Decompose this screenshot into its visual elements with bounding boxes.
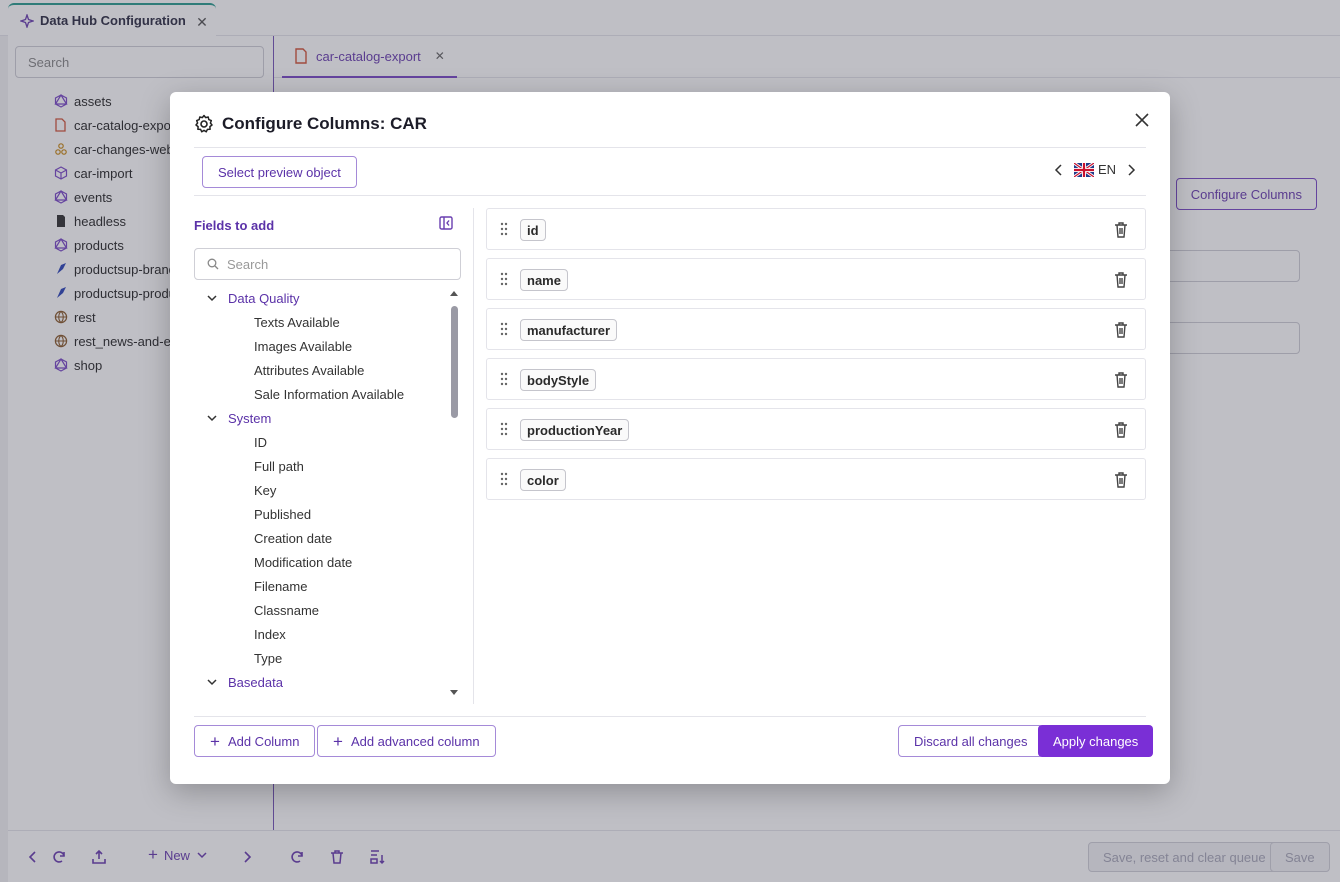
column-name: bodyStyle (520, 369, 597, 391)
chevron-down-icon[interactable] (206, 676, 218, 688)
gear-icon (195, 114, 213, 133)
trash-icon[interactable] (1113, 471, 1129, 489)
scrollbar[interactable] (448, 288, 460, 700)
column-name: name (520, 269, 568, 291)
dialog-title: Configure Columns: CAR (194, 114, 427, 134)
drag-handle-icon[interactable] (499, 222, 509, 236)
selected-columns-list: id name manufacturer bodyStyle productionYea… (486, 208, 1146, 704)
discard-all-changes-button[interactable]: Discard all changes (898, 725, 1044, 757)
column-row[interactable]: id (486, 208, 1146, 250)
select-preview-object-button[interactable]: Select preview object (202, 156, 357, 188)
dialog-title-text: Configure Columns: CAR (222, 114, 427, 133)
field-group-label: Data Quality (228, 290, 300, 306)
field-item[interactable]: Filename (254, 576, 307, 596)
column-row[interactable]: color (486, 458, 1146, 500)
scroll-down-icon[interactable] (450, 690, 458, 696)
configure-columns-dialog: Configure Columns: CAR Select preview ob… (170, 92, 1170, 784)
uk-flag-icon (1073, 162, 1094, 177)
column-row[interactable]: productionYear (486, 408, 1146, 450)
field-group[interactable]: System (206, 408, 271, 428)
field-item[interactable]: Sale Information Available (254, 384, 404, 404)
column-name: id (520, 219, 546, 241)
add-advanced-column-label: Add advanced column (350, 733, 480, 749)
add-advanced-column-button[interactable]: + Add advanced column (317, 725, 496, 757)
trash-icon[interactable] (1113, 421, 1129, 439)
field-item[interactable]: Full path (254, 456, 304, 476)
drag-handle-icon[interactable] (499, 472, 509, 486)
divider (194, 147, 1146, 148)
field-item[interactable]: Published (254, 504, 311, 524)
fields-search-input[interactable]: Search (194, 248, 461, 280)
field-item[interactable]: Attributes Available (254, 360, 364, 380)
plus-icon: + (210, 731, 220, 751)
chevron-right-icon[interactable] (1126, 163, 1136, 177)
column-row[interactable]: bodyStyle (486, 358, 1146, 400)
language-switcher: EN (1054, 162, 1136, 177)
drag-handle-icon[interactable] (499, 422, 509, 436)
chevron-left-icon[interactable] (1054, 163, 1064, 177)
plus-icon: + (333, 731, 343, 751)
field-item[interactable]: ID (254, 432, 267, 452)
fields-to-add-title: Fields to add (194, 218, 275, 233)
add-column-button[interactable]: + Add Column (194, 725, 316, 757)
drag-handle-icon[interactable] (499, 372, 509, 386)
search-icon (207, 258, 219, 270)
chevron-down-icon[interactable] (206, 292, 218, 304)
field-item[interactable]: Creation date (254, 528, 332, 548)
divider (194, 716, 1146, 717)
field-item[interactable]: Modification date (254, 552, 352, 572)
trash-icon[interactable] (1113, 371, 1129, 389)
field-item[interactable]: Index (254, 624, 286, 644)
divider (194, 195, 1146, 196)
column-name: productionYear (520, 419, 630, 441)
trash-icon[interactable] (1113, 271, 1129, 289)
search-placeholder: Search (227, 256, 269, 272)
apply-changes-button[interactable]: Apply changes (1038, 725, 1154, 757)
chevron-down-icon[interactable] (206, 412, 218, 424)
add-column-label: Add Column (227, 733, 300, 749)
field-item[interactable]: Classname (254, 600, 319, 620)
field-group[interactable]: Basedata (206, 672, 283, 692)
fields-to-add-panel: Fields to add Search Data Quality Texts A… (194, 208, 474, 704)
fields-tree: Data Quality Texts Available Images Availa… (194, 288, 452, 700)
field-item[interactable]: Images Available (254, 336, 352, 356)
trash-icon[interactable] (1113, 321, 1129, 339)
field-item[interactable]: Texts Available (254, 312, 340, 332)
field-item[interactable]: Key (254, 480, 276, 500)
drag-handle-icon[interactable] (499, 272, 509, 286)
scrollbar-thumb[interactable] (451, 306, 458, 418)
field-group[interactable]: Data Quality (206, 288, 300, 308)
column-name: color (520, 469, 566, 491)
field-group-label: Basedata (228, 674, 283, 690)
drag-handle-icon[interactable] (499, 322, 509, 336)
field-group-label: System (228, 410, 272, 426)
column-row[interactable]: name (486, 258, 1146, 300)
column-name: manufacturer (520, 319, 618, 341)
scroll-up-icon[interactable] (450, 290, 458, 296)
field-item[interactable]: Type (254, 648, 282, 668)
collapse-panel-icon[interactable] (439, 216, 453, 230)
close-icon[interactable] (1132, 110, 1152, 130)
trash-icon[interactable] (1113, 221, 1129, 239)
column-row[interactable]: manufacturer (486, 308, 1146, 350)
language-label[interactable]: EN (1098, 162, 1116, 177)
